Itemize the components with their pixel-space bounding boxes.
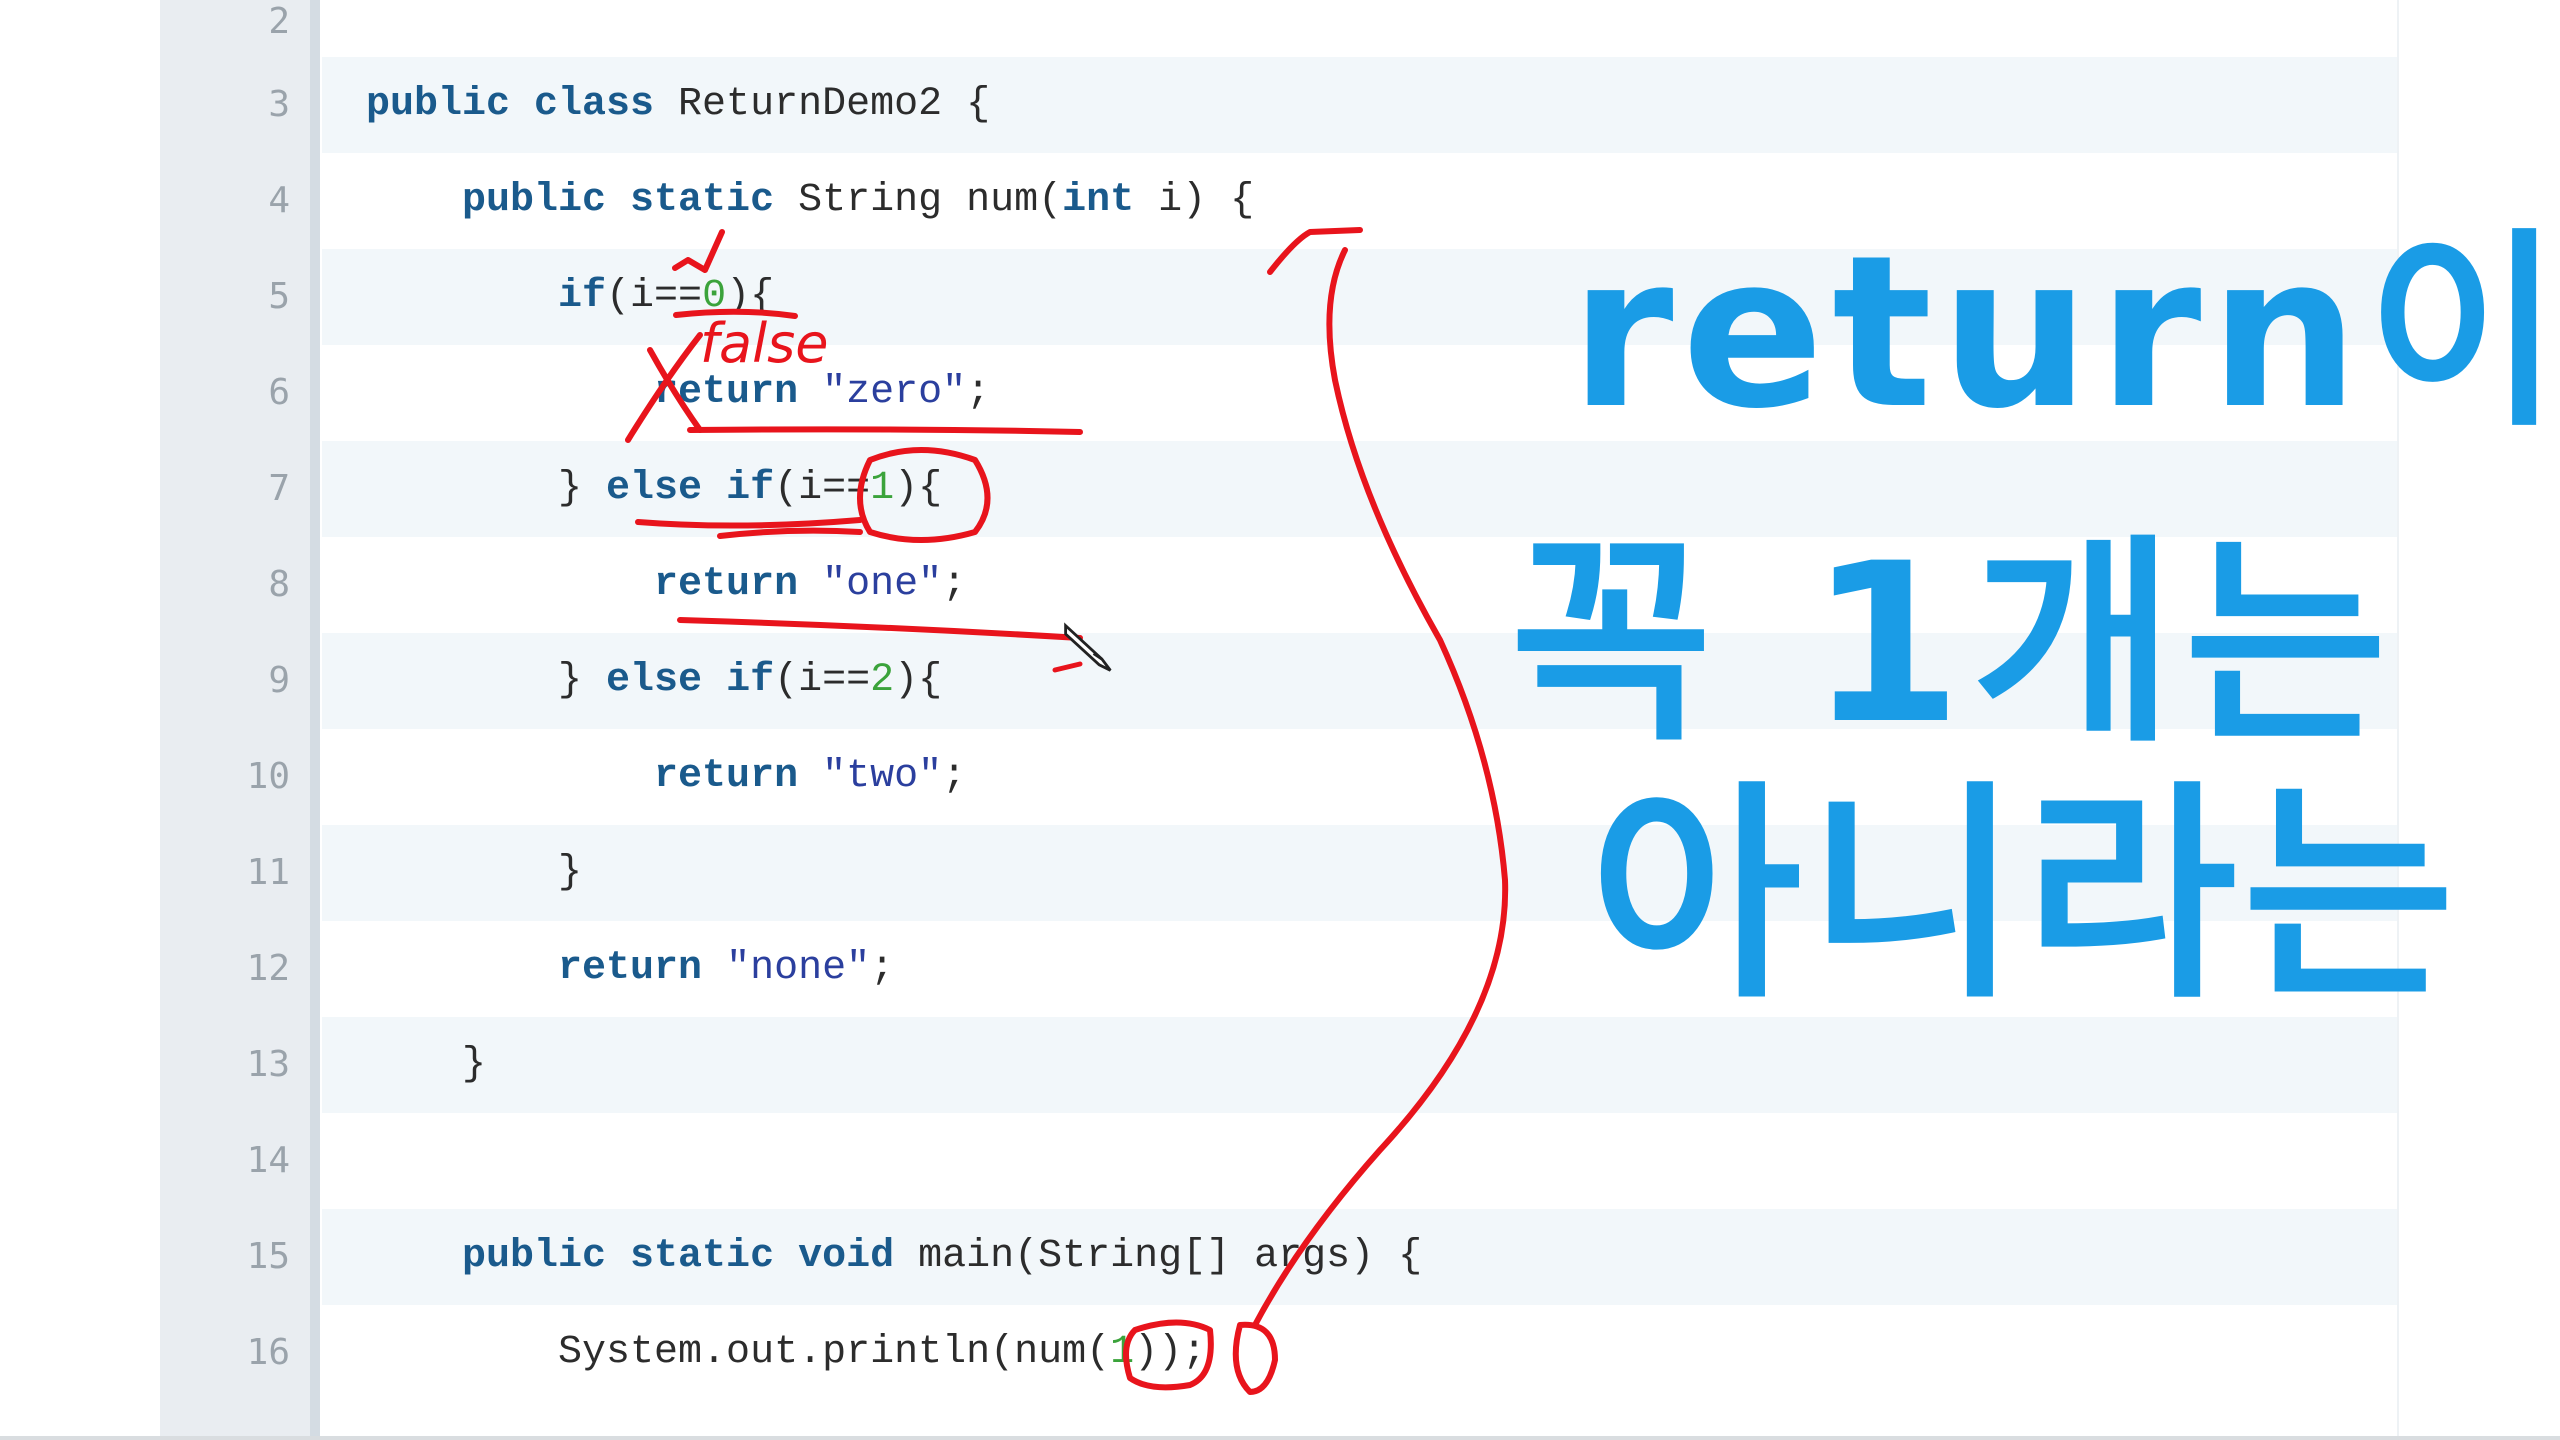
code-text: } else if(i==2){ [366,633,942,729]
code-line: 14 [160,1113,2397,1209]
line-number: 5 [268,276,290,317]
code-string: "one" [822,562,943,607]
code-line: 16 System.out.println(num(1)); [160,1305,2397,1401]
code-keyword: return [654,754,799,799]
code-text: } [366,825,582,921]
code-keyword: public static void [462,1234,895,1279]
code-line: 4 public static String num(int i) { [160,153,2397,249]
code-token: (i== [774,658,871,703]
line-number: 8 [268,564,290,605]
line-number: 7 [268,468,290,509]
code-token: )); [1134,1330,1207,1375]
line-number: 3 [268,84,290,125]
code-line: 11 } [160,825,2397,921]
line-number: 6 [268,372,290,413]
code-line: 3 public class ReturnDemo2 { [160,57,2397,153]
code-keyword: if [558,274,607,319]
code-token: ){ [726,274,775,319]
code-text: return "none"; [366,921,894,1017]
code-text: return "zero"; [366,345,990,441]
code-line: 9 } else if(i==2){ [160,633,2397,729]
code-keyword: public static [462,178,775,223]
code-line: 13 } [160,1017,2397,1113]
pen-cursor-icon [1064,622,1112,672]
code-token: i) { [1134,178,1255,223]
code-token: ){ [894,466,943,511]
code-text: public class ReturnDemo2 { [366,57,990,153]
code-token: } [366,1042,487,1087]
code-line-background [322,1017,2397,1113]
code-token: ; [966,370,991,415]
code-token: ; [942,754,967,799]
code-string: "two" [822,754,943,799]
code-line-background [322,1113,2397,1209]
line-number: 12 [246,948,290,989]
line-number: 11 [246,852,290,893]
code-text: } [366,1017,486,1113]
code-string: "zero" [822,370,967,415]
code-token: ; [942,562,967,607]
code-token: System.out.println(num( [366,1330,1111,1375]
line-number: 9 [268,660,290,701]
code-keyword: return [558,946,703,991]
code-token: (i== [606,274,703,319]
code-line: 6 return "zero"; [160,345,2397,441]
code-keyword: else if [606,466,775,511]
code-keyword: int [1062,178,1135,223]
code-line-background [322,825,2397,921]
code-token: (i== [774,466,871,511]
code-text: return "one"; [366,537,966,633]
code-keyword: return [654,562,799,607]
code-line: 8 return "one"; [160,537,2397,633]
bottom-border [0,1436,2560,1440]
code-line: 12 return "none"; [160,921,2397,1017]
code-token: ReturnDemo2 { [654,82,991,127]
line-number: 13 [246,1044,290,1085]
line-number: 10 [246,756,290,797]
code-number: 1 [870,466,895,511]
code-text: return "two"; [366,729,966,825]
code-keyword: else if [606,658,775,703]
code-keyword: return [654,370,799,415]
code-text: public static void main(String[] args) { [366,1209,1422,1305]
code-token: ){ [894,658,943,703]
code-token: } [366,850,583,895]
line-number: 14 [246,1140,290,1181]
code-text: } else if(i==1){ [366,441,942,537]
code-string: "none" [726,946,871,991]
code-token: main(String[] args) { [894,1234,1423,1279]
line-number: 4 [268,180,290,221]
code-line: 5 if(i==0){ [160,249,2397,345]
code-token: ; [870,946,895,991]
code-number: 2 [870,658,895,703]
line-number: 16 [246,1332,290,1373]
code-token: } [366,466,607,511]
code-number: 0 [702,274,727,319]
code-line: 15 public static void main(String[] args… [160,1209,2397,1305]
code-token: } [366,658,607,703]
code-number: 1 [1110,1330,1135,1375]
code-text: if(i==0){ [366,249,774,345]
code-keyword: public class [366,82,655,127]
code-line: 10 return "two"; [160,729,2397,825]
code-token: String num( [774,178,1063,223]
code-text: System.out.println(num(1)); [366,1305,1206,1401]
code-line: 7 } else if(i==1){ [160,441,2397,537]
line-number: 15 [246,1236,290,1277]
code-area-edge [2397,0,2399,1440]
code-viewer: 2 3 public class ReturnDemo2 {4 public st… [0,0,2560,1440]
code-text: public static String num(int i) { [366,153,1254,249]
